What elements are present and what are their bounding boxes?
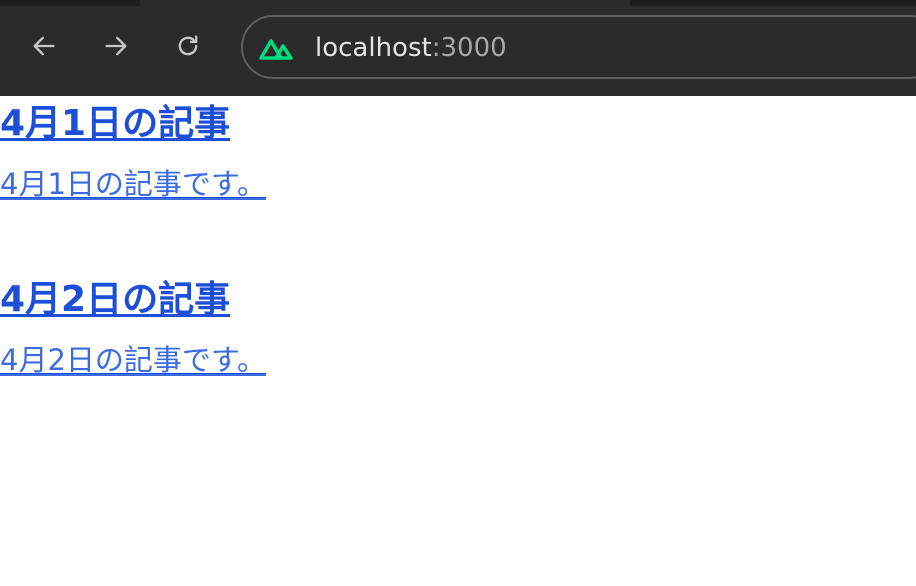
browser-toolbar: localhost:3000 [0, 0, 916, 96]
back-button[interactable] [24, 26, 64, 66]
url-port: :3000 [431, 33, 507, 63]
arrow-right-icon [102, 32, 130, 60]
active-tab[interactable] [140, 0, 630, 6]
article-link-2[interactable]: 4月2日の記事 4月2日の記事です。 [0, 272, 266, 392]
article-title[interactable]: 4月1日の記事 [0, 96, 266, 152]
article-title[interactable]: 4月2日の記事 [0, 272, 266, 328]
article-link-1[interactable]: 4月1日の記事 4月1日の記事です。 [0, 96, 266, 216]
forward-button[interactable] [96, 26, 136, 66]
reload-button[interactable] [168, 26, 208, 66]
article-body[interactable]: 4月2日の記事です。 [0, 328, 266, 392]
url-text[interactable]: localhost:3000 [315, 32, 507, 64]
tab-strip [0, 0, 916, 6]
url-host: localhost [315, 33, 432, 63]
nuxt-logo-icon[interactable] [258, 35, 294, 61]
arrow-left-icon [30, 32, 58, 60]
article-body[interactable]: 4月1日の記事です。 [0, 152, 266, 216]
reload-icon [174, 32, 202, 60]
address-bar[interactable]: localhost:3000 [241, 15, 916, 79]
